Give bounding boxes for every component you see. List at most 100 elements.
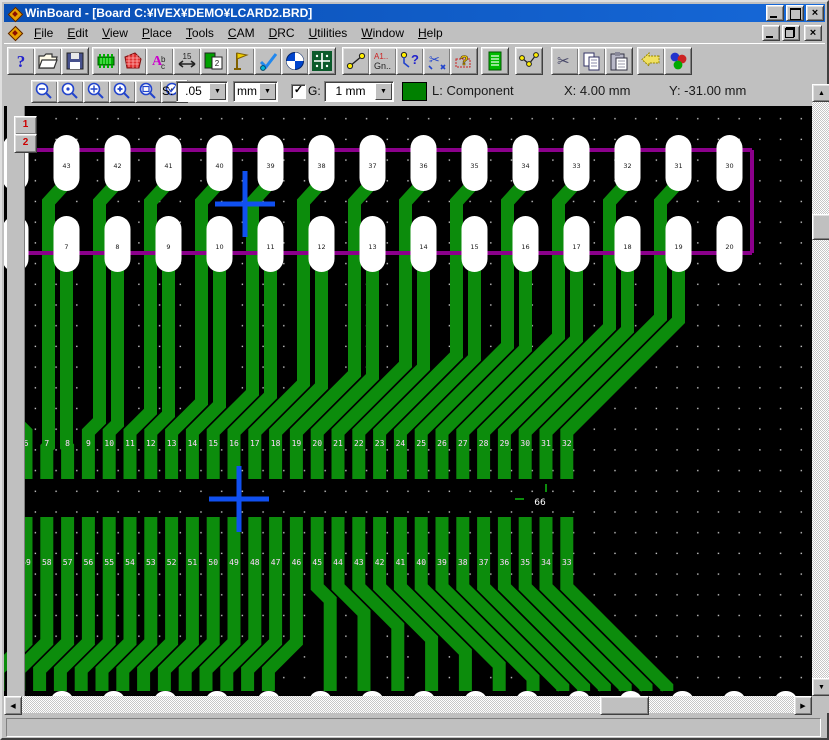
svg-text:40: 40 [215, 162, 223, 170]
title-bar[interactable]: WinBoard - [Board C:¥IVEX¥DEMO¥LCARD2.BR… [4, 4, 825, 22]
svg-text:56: 56 [84, 558, 94, 567]
svg-text:9: 9 [86, 439, 91, 448]
origin-button[interactable] [308, 47, 336, 75]
layers-button[interactable]: 2 [200, 47, 228, 75]
svg-text:43: 43 [62, 162, 70, 170]
layer-strip [7, 106, 25, 696]
chevron-down-icon[interactable]: ▼ [209, 83, 226, 100]
horizontal-scroll-thumb[interactable] [600, 696, 649, 715]
menu-file[interactable]: File [34, 26, 53, 40]
svg-text:11: 11 [125, 439, 135, 448]
copy-button[interactable] [578, 47, 606, 75]
svg-text:45: 45 [312, 558, 322, 567]
menu-tools[interactable]: Tools [186, 26, 214, 40]
svg-text:11: 11 [266, 243, 274, 251]
help-button[interactable]: ? [7, 47, 35, 75]
mdi-restore-button[interactable] [782, 25, 800, 41]
mdi-minimize-button[interactable] [762, 25, 780, 41]
scroll-left-button[interactable]: ◀ [4, 696, 22, 715]
svg-text:36: 36 [419, 162, 427, 170]
svg-text:40: 40 [416, 558, 426, 567]
layer-tab-1[interactable]: 1 [14, 116, 37, 135]
polygon-plane-button[interactable] [119, 47, 147, 75]
measure-button[interactable]: 15 [173, 47, 201, 75]
menu-edit[interactable]: Edit [67, 26, 88, 40]
ratsnest-button[interactable] [515, 47, 543, 75]
x-coordinate-readout: X: 4.00 mm [564, 83, 630, 98]
grid-value: 1 mm [325, 84, 376, 98]
cut-net-button[interactable]: ✂ [423, 47, 451, 75]
mdi-close-button[interactable]: × [804, 25, 822, 41]
board-canvas[interactable]: 4464374284194010391138123713361435153416… [4, 106, 812, 696]
chevron-down-icon[interactable]: ▼ [375, 83, 392, 100]
text-button[interactable]: Abc [146, 47, 174, 75]
paste-button[interactable] [605, 47, 633, 75]
scroll-down-button[interactable]: ▼ [812, 678, 829, 696]
maximize-button[interactable] [786, 5, 804, 21]
netlist-button[interactable] [481, 47, 509, 75]
svg-text:?: ? [411, 52, 419, 67]
scroll-right-button[interactable]: ▶ [794, 696, 812, 715]
zoom-out-button[interactable] [31, 80, 58, 103]
cut-button[interactable]: ✂ [551, 47, 579, 75]
snap-value: .05 [177, 84, 210, 98]
draw-check-button[interactable] [254, 47, 282, 75]
snap-select[interactable]: .05 ▼ [176, 81, 228, 102]
place-component-button[interactable] [92, 47, 120, 75]
query-net-button[interactable]: ? [396, 47, 424, 75]
menu-drc[interactable]: DRC [269, 26, 295, 40]
grid-checkbox[interactable]: ✓ [291, 84, 306, 99]
menu-help[interactable]: Help [418, 26, 443, 40]
svg-text:29: 29 [500, 439, 510, 448]
menu-view[interactable]: View [102, 26, 128, 40]
svg-text:15: 15 [183, 52, 192, 61]
scroll-up-button[interactable]: ▲ [812, 84, 829, 102]
rename-net-button[interactable]: A1..Gn.. [369, 47, 397, 75]
zoom-pan-button[interactable] [83, 80, 110, 103]
vertical-scroll-thumb[interactable] [812, 214, 829, 240]
layer-readout: L: Component [432, 83, 514, 98]
svg-text:57: 57 [63, 558, 73, 567]
unit-value: mm [234, 84, 260, 98]
redraw-button[interactable] [281, 47, 309, 75]
layer-color-swatch[interactable] [402, 82, 427, 101]
svg-text:48: 48 [250, 558, 260, 567]
undo-button[interactable] [637, 47, 665, 75]
zoom-full-button[interactable] [57, 80, 84, 103]
svg-text:58: 58 [42, 558, 52, 567]
query-component-button[interactable]: ? [450, 47, 478, 75]
zoom-in-button[interactable] [109, 80, 136, 103]
minimize-button[interactable] [766, 5, 784, 21]
svg-text:41: 41 [164, 162, 172, 170]
flag-button[interactable] [227, 47, 255, 75]
grid-select[interactable]: 1 mm ▼ [324, 81, 394, 102]
svg-text:8: 8 [115, 243, 119, 251]
open-button[interactable] [34, 47, 62, 75]
svg-text:31: 31 [541, 439, 551, 448]
colors-button[interactable] [664, 47, 692, 75]
status-message-field [6, 718, 821, 737]
save-button[interactable] [61, 47, 89, 75]
mdi-document-icon[interactable] [8, 26, 21, 39]
svg-text:50: 50 [208, 558, 218, 567]
add-net-button[interactable] [342, 47, 370, 75]
app-icon[interactable] [8, 7, 21, 20]
svg-text:51: 51 [188, 558, 198, 567]
menu-utilities[interactable]: Utilities [309, 26, 348, 40]
horizontal-scrollbar[interactable]: ◀ ▶ [4, 696, 812, 713]
svg-text:c: c [161, 62, 165, 71]
chevron-down-icon[interactable]: ▼ [259, 83, 276, 100]
close-button[interactable]: × [806, 5, 824, 21]
svg-text:24: 24 [396, 439, 406, 448]
menu-window[interactable]: Window [361, 26, 404, 40]
vertical-scrollbar[interactable]: ▲ ▼ [812, 84, 829, 696]
svg-text:12: 12 [317, 243, 325, 251]
menu-place[interactable]: Place [142, 26, 172, 40]
layer-tab-2[interactable]: 2 [14, 134, 37, 153]
svg-text:52: 52 [167, 558, 177, 567]
svg-text:49: 49 [229, 558, 239, 567]
zoom-window-button[interactable] [135, 80, 162, 103]
menu-cam[interactable]: CAM [228, 26, 255, 40]
unit-select[interactable]: mm ▼ [233, 81, 278, 102]
svg-text:14: 14 [188, 439, 198, 448]
